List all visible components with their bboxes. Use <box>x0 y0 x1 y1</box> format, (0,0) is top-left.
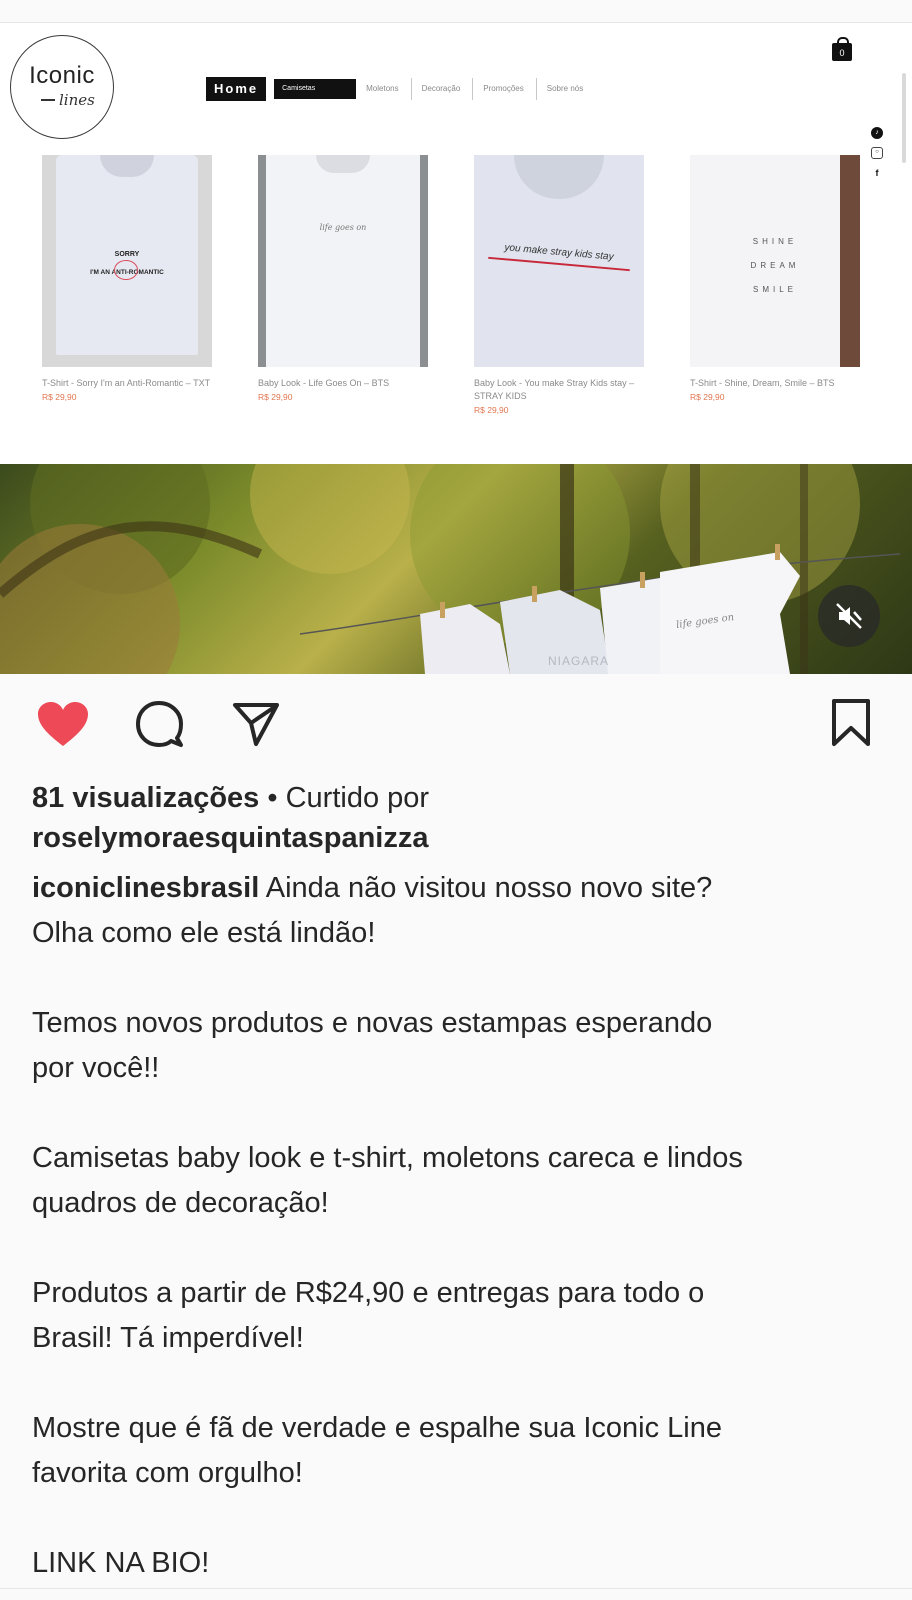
site-nav: Home Camisetas Moletons Decoração Promoç… <box>206 77 595 101</box>
liked-by-user[interactable]: roselymoraesquintaspanizza <box>32 818 892 858</box>
product-price: R$ 29,90 <box>690 392 725 402</box>
product-price: R$ 29,90 <box>474 405 509 415</box>
cart-count: 0 <box>832 43 852 61</box>
comment-icon[interactable] <box>135 700 183 748</box>
caption-line: favorita com orgulho! <box>32 1457 303 1489</box>
nav-sobre-nos: Sobre nós <box>546 84 584 93</box>
post-video[interactable]: NIAGARA life goes on <box>0 464 912 674</box>
product-title: Baby Look - Life Goes On – BTS <box>258 378 390 388</box>
site-scrollbar <box>902 73 906 163</box>
caption-line: Olha como ele está lindão! <box>32 917 376 949</box>
product-title: Baby Look - You make Stray Kids stay – S… <box>474 378 635 401</box>
shirt-print-line1: SHINE <box>752 237 798 246</box>
shopping-bag-icon: 0 <box>832 37 852 61</box>
views-count[interactable]: 81 visualizações <box>32 782 259 814</box>
nav-moletons: Moletons <box>366 84 399 93</box>
facebook-icon: f <box>875 168 879 178</box>
caption-line: LINK NA BIO! <box>32 1547 210 1579</box>
product-image: you make stray kids stay <box>474 155 644 367</box>
post-actions <box>0 674 912 774</box>
shirt-print-line1: SORRY <box>114 251 140 258</box>
video-frame-scene <box>0 464 901 674</box>
website-screenshot: Iconic lines Home Camisetas Moletons Dec… <box>0 22 912 465</box>
logo-main-text: Iconic <box>29 62 95 89</box>
instagram-icon: ○ <box>871 147 883 159</box>
caption-line: por você!! <box>32 1052 160 1084</box>
nav-promocoes: Promoções <box>483 84 524 93</box>
caption-line: Produtos a partir de R$24,90 e entregas … <box>32 1277 705 1309</box>
caption-line: Temos novos produtos e novas estampas es… <box>32 1007 713 1039</box>
divider <box>0 1588 912 1589</box>
muted-speaker-icon <box>836 603 862 629</box>
shirt-print-line1: life goes on <box>319 223 367 232</box>
post-caption: iconiclinesbrasil Ainda não visitou noss… <box>32 866 892 1586</box>
caption-line: Brasil! Tá imperdível! <box>32 1322 304 1354</box>
caption-line: Ainda não visitou nosso novo site? <box>265 872 713 904</box>
product-title: T-Shirt - Shine, Dream, Smile – BTS <box>690 378 835 388</box>
shirt-print-line2: DREAM <box>750 261 800 270</box>
product-card: life goes on Baby Look - Life Goes On – … <box>258 155 430 402</box>
nav-camisetas: Camisetas <box>274 79 357 99</box>
caption-author[interactable]: iconiclinesbrasil <box>32 872 259 904</box>
product-card: you make stray kids stay Baby Look - You… <box>474 155 646 415</box>
caption-line: quadros de decoração! <box>32 1187 329 1219</box>
product-image: life goes on <box>258 155 428 367</box>
product-price: R$ 29,90 <box>258 392 293 402</box>
share-send-icon[interactable] <box>232 700 280 748</box>
product-image: SORRY I'M AN ANTI-ROMANTIC <box>42 155 212 367</box>
product-card: SHINE DREAM SMILE T-Shirt - Shine, Dream… <box>690 155 862 402</box>
nav-decoracao: Decoração <box>421 84 461 93</box>
product-title: T-Shirt - Sorry I'm an Anti-Romantic – T… <box>42 378 211 388</box>
social-links: ♪ ○ f <box>871 127 883 187</box>
liked-by-prefix: • Curtido por <box>259 782 430 814</box>
product-price: R$ 29,90 <box>42 392 77 402</box>
video-shirt-print: NIAGARA <box>548 654 610 668</box>
post-stats: 81 visualizações • Curtido por roselymor… <box>32 778 892 858</box>
like-heart-icon[interactable] <box>36 700 90 748</box>
mute-toggle-button[interactable] <box>818 585 880 647</box>
product-card: SORRY I'M AN ANTI-ROMANTIC T-Shirt - Sor… <box>42 155 214 402</box>
tiktok-icon: ♪ <box>871 127 883 139</box>
iconic-lines-logo: Iconic lines <box>10 35 114 139</box>
logo-sub-text: lines <box>59 91 95 109</box>
product-image: SHINE DREAM SMILE <box>690 155 860 367</box>
caption-line: Camisetas baby look e t-shirt, moletons … <box>32 1142 743 1174</box>
shirt-print-line3: SMILE <box>752 285 797 294</box>
logo-dash <box>41 99 55 101</box>
nav-home: Home <box>206 77 267 101</box>
caption-line: Mostre que é fã de verdade e espalhe sua… <box>32 1412 723 1444</box>
save-bookmark-icon[interactable] <box>830 698 872 748</box>
